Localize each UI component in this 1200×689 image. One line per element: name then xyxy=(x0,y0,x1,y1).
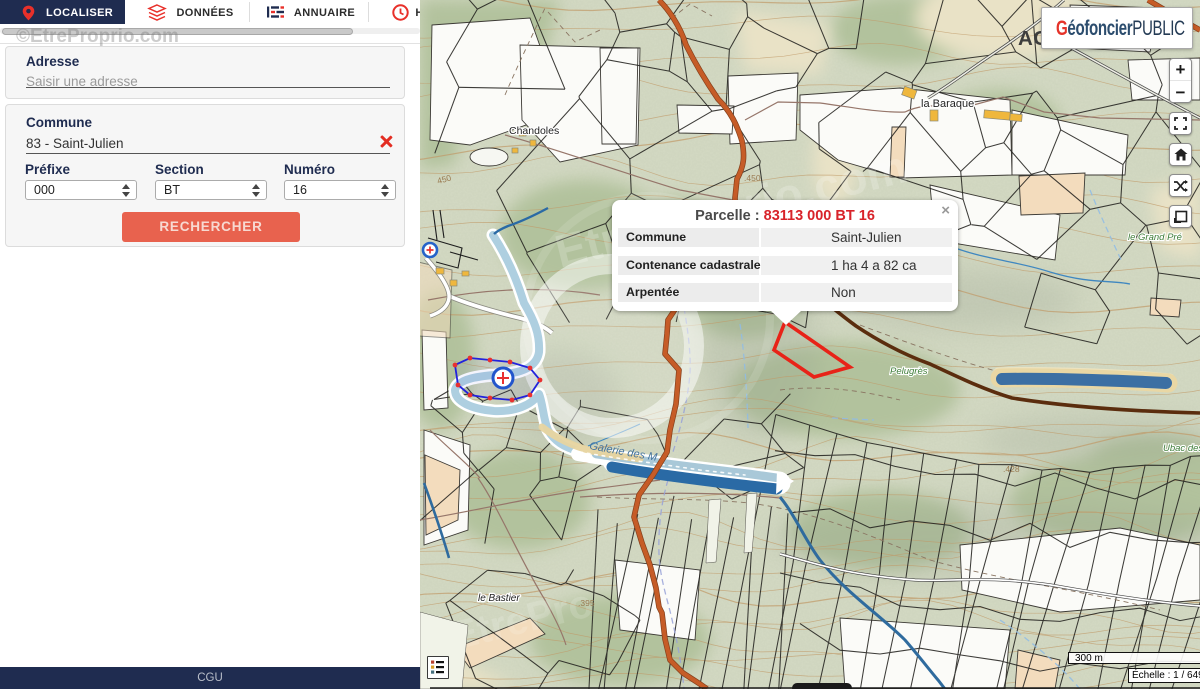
svg-text:Chandoles: Chandoles xyxy=(509,125,559,137)
svg-text:la Baraque: la Baraque xyxy=(921,98,974,110)
svg-text:.428: .428 xyxy=(1003,464,1020,474)
svg-text:.450: .450 xyxy=(744,173,761,183)
svg-text:le Grand Pré: le Grand Pré xyxy=(1128,232,1182,243)
svg-text:Pelugrès: Pelugrès xyxy=(890,366,928,377)
svg-text:.395: .395 xyxy=(578,598,595,608)
svg-text:Ubac des V: Ubac des V xyxy=(1163,443,1200,454)
svg-text:le Bastier: le Bastier xyxy=(478,593,520,604)
